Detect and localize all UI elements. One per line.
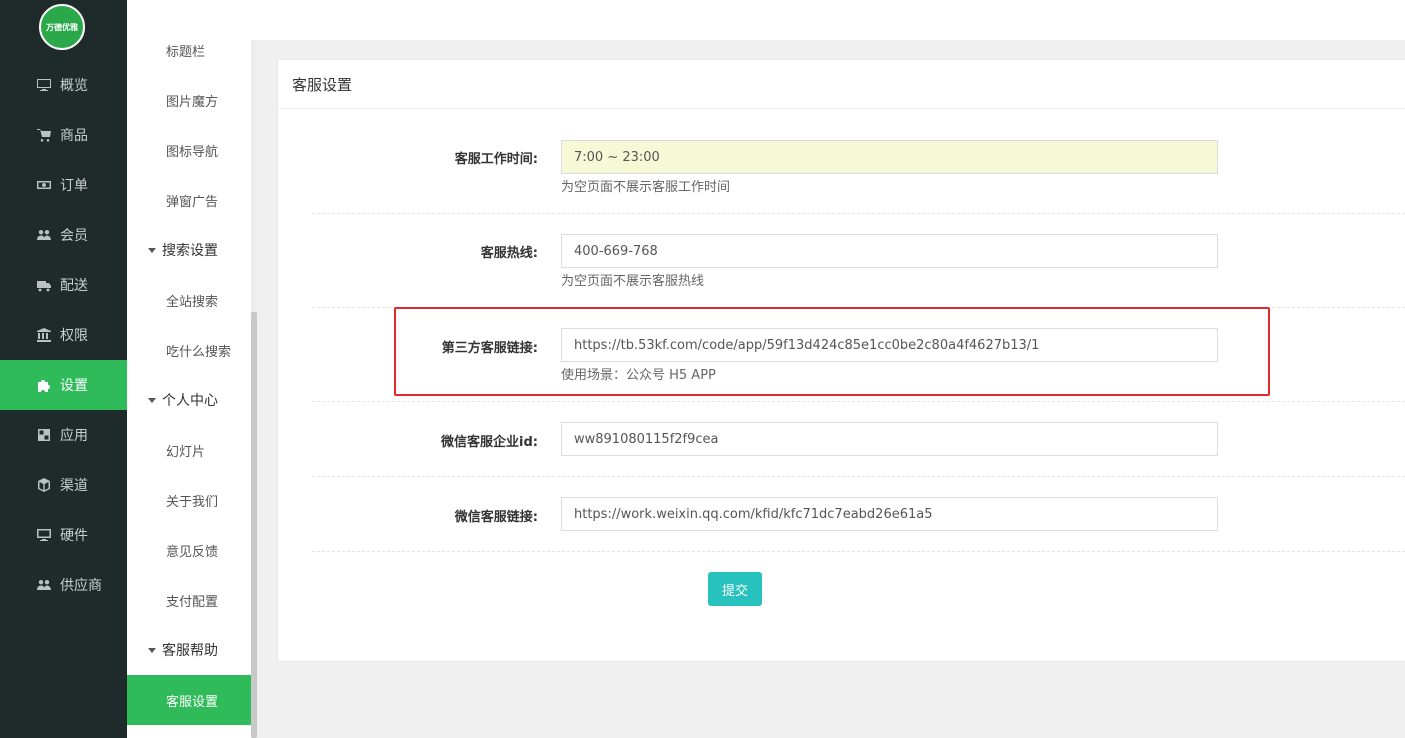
nav-item-label: 订单 <box>60 178 88 194</box>
wechat-link-label: 微信客服链接: <box>454 510 538 525</box>
puzzle-icon <box>35 377 52 394</box>
top-bar <box>127 0 1405 40</box>
subnav-item-title-bar[interactable]: 标题栏 <box>127 25 251 75</box>
subnav-group-customer-help[interactable]: 客服帮助 <box>127 625 251 675</box>
nav-item-label: 权限 <box>60 328 88 344</box>
nav-item-label: 供应商 <box>60 578 102 594</box>
cube-icon <box>35 477 52 494</box>
caret-down-icon <box>148 247 156 253</box>
subnav-item-feedback[interactable]: 意见反馈 <box>127 525 251 575</box>
subnav-scrollbar-thumb[interactable] <box>251 312 257 738</box>
work-hours-help: 为空页面不展示客服工作时间 <box>561 180 731 195</box>
divider <box>312 401 1405 402</box>
panel-title: 客服设置 <box>278 60 1405 109</box>
desktop-icon <box>35 527 52 544</box>
wechat-corp-id-label: 微信客服企业id: <box>441 435 538 450</box>
nav-item-overview[interactable]: 概览 <box>0 60 127 110</box>
nav-item-members[interactable]: 会员 <box>0 210 127 260</box>
submit-button[interactable]: 提交 <box>708 572 762 606</box>
nav-item-label: 渠道 <box>60 478 88 494</box>
nav-item-apps[interactable]: 应用 <box>0 410 127 460</box>
nav-item-delivery[interactable]: 配送 <box>0 260 127 310</box>
nav-item-label: 硬件 <box>60 528 88 544</box>
subnav-item-about-us[interactable]: 关于我们 <box>127 475 251 525</box>
hotline-label: 客服热线: <box>480 246 538 261</box>
divider <box>312 476 1405 477</box>
logo[interactable]: 万德优雅 <box>39 4 85 50</box>
subnav-item-popup-ad[interactable]: 弹窗广告 <box>127 175 251 225</box>
subnav-item-food-search[interactable]: 吃什么搜索 <box>127 325 251 375</box>
wechat-corp-id-input[interactable]: ww891080115f2f9cea <box>561 422 1218 456</box>
nav-item-label: 应用 <box>60 428 88 444</box>
nav-item-channels[interactable]: 渠道 <box>0 460 127 510</box>
subnav-item-icon-nav[interactable]: 图标导航 <box>127 125 251 175</box>
wechat-link-input[interactable]: https://work.weixin.qq.com/kfid/kfc71dc7… <box>561 497 1218 531</box>
subnav-group-label: 个人中心 <box>162 393 218 409</box>
subnav-item-slideshow[interactable]: 幻灯片 <box>127 425 251 475</box>
nav-item-goods[interactable]: 商品 <box>0 110 127 160</box>
nav-item-suppliers[interactable]: 供应商 <box>0 560 127 610</box>
nav-item-label: 配送 <box>60 278 88 294</box>
truck-icon <box>35 277 52 294</box>
money-icon <box>35 177 52 194</box>
monitor-icon <box>35 77 52 94</box>
nav-item-label: 概览 <box>60 78 88 94</box>
main-sidebar: 万德优雅 概览 商品 订单 会员 配送 权限 设置 应用 渠道 硬件 供应商 <box>0 0 127 738</box>
nav-item-label: 会员 <box>60 228 88 244</box>
bank-icon <box>35 327 52 344</box>
subnav-item-customer-service-settings[interactable]: 客服设置 <box>127 675 251 725</box>
subnav-item-site-search[interactable]: 全站搜索 <box>127 275 251 325</box>
subnav-item-payment-config[interactable]: 支付配置 <box>127 575 251 625</box>
caret-down-icon <box>148 397 156 403</box>
divider <box>312 213 1405 214</box>
nav-item-permissions[interactable]: 权限 <box>0 310 127 360</box>
work-hours-label: 客服工作时间: <box>454 152 538 167</box>
hotline-help: 为空页面不展示客服热线 <box>561 274 705 289</box>
highlight-box <box>394 307 1270 396</box>
subnav-group-personal-center[interactable]: 个人中心 <box>127 375 251 425</box>
subnav-group-label: 搜索设置 <box>162 243 218 259</box>
hotline-input[interactable]: 400-669-768 <box>561 234 1218 268</box>
divider <box>312 551 1405 552</box>
nav-item-label: 设置 <box>60 378 88 394</box>
users-icon <box>35 577 52 594</box>
nav-item-orders[interactable]: 订单 <box>0 160 127 210</box>
subnav-item-image-cube[interactable]: 图片魔方 <box>127 75 251 125</box>
sub-sidebar: 标题栏 图片魔方 图标导航 弹窗广告 搜索设置 全站搜索 吃什么搜索 个人中心 … <box>127 0 253 738</box>
nav-item-settings[interactable]: 设置 <box>0 360 127 410</box>
nav-item-label: 商品 <box>60 128 88 144</box>
work-hours-input[interactable]: 7:00 ~ 23:00 <box>561 140 1218 174</box>
caret-down-icon <box>148 647 156 653</box>
cart-icon <box>35 127 52 144</box>
nav-item-hardware[interactable]: 硬件 <box>0 510 127 560</box>
users-icon <box>35 227 52 244</box>
subnav-group-label: 客服帮助 <box>162 643 218 659</box>
apps-icon <box>35 427 52 444</box>
subnav-group-search[interactable]: 搜索设置 <box>127 225 251 275</box>
